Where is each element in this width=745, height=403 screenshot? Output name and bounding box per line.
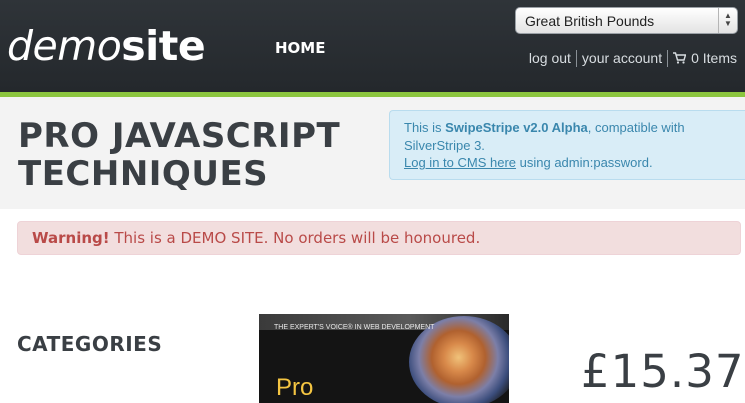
currency-select[interactable]: Great British Pounds ▲ ▼ [515, 7, 738, 34]
page-title-line2: TECHNIQUES [18, 154, 269, 194]
cart-count: 0 Items [691, 50, 737, 66]
info-notice: This is SwipeStripe v2.0 Alpha, compatib… [389, 110, 745, 180]
logo-text-light: demo [7, 22, 122, 70]
title-band: PRO JAVASCRIPT TECHNIQUES This is SwipeS… [0, 97, 745, 209]
info-suffix: using admin:password. [516, 155, 653, 170]
page-title-line1: PRO JAVASCRIPT [18, 116, 341, 156]
warning-strong: Warning! [32, 229, 110, 247]
link-divider [575, 49, 577, 67]
currency-selected-value: Great British Pounds [525, 13, 655, 29]
select-arrows-icon: ▲ ▼ [718, 8, 737, 33]
cart-icon [673, 52, 687, 64]
book-tagline: THE EXPERT'S VOICE® IN WEB DEVELOPMENT [274, 324, 435, 331]
info-product: SwipeStripe v2.0 Alpha [445, 120, 588, 135]
nav-home-link[interactable]: HOME [275, 39, 325, 57]
warning-text: This is a DEMO SITE. No orders will be h… [109, 229, 481, 247]
user-links: log out your account 0 Items [529, 49, 737, 67]
page-title: PRO JAVASCRIPT TECHNIQUES [18, 117, 340, 193]
site-header: demosite HOME Great British Pounds ▲ ▼ lo… [0, 0, 745, 92]
cart-link[interactable]: 0 Items [673, 50, 737, 66]
account-link[interactable]: your account [582, 50, 662, 66]
product-price: £15.37 [581, 345, 745, 398]
logo-text-bold: site [121, 22, 206, 70]
info-prefix: This is [404, 120, 446, 135]
book-title-fragment: Pro [276, 374, 314, 401]
link-divider [667, 49, 669, 67]
cms-login-link[interactable]: Log in to CMS here [404, 155, 516, 170]
categories-heading: CATEGORIES [17, 332, 163, 356]
site-logo[interactable]: demosite [7, 22, 206, 70]
logout-link[interactable]: log out [529, 50, 571, 66]
product-image[interactable]: THE EXPERT'S VOICE® IN WEB DEVELOPMENT P… [259, 314, 509, 403]
demo-warning-alert: Warning! This is a DEMO SITE. No orders … [17, 221, 741, 255]
